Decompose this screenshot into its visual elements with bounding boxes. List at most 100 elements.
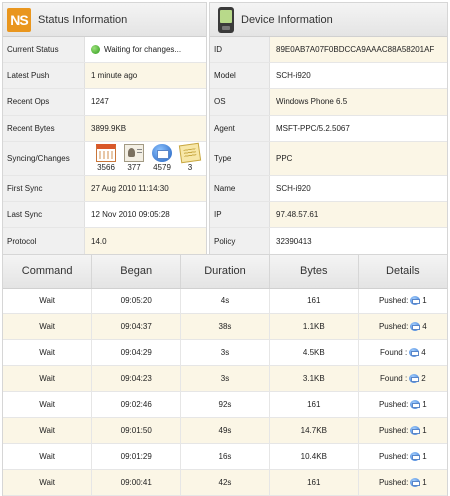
details-summary[interactable]: Pushed: 1 <box>379 400 427 409</box>
details-label: Pushed: <box>378 451 409 461</box>
status-row-latest-push: Latest Push 1 minute ago <box>3 63 206 90</box>
mail-icon <box>409 374 420 384</box>
mail-icon <box>410 477 421 487</box>
row-label: Current Status <box>3 37 85 63</box>
row-value: 32390413 <box>276 236 312 246</box>
details-label: Pushed: <box>378 322 409 332</box>
col-header-command[interactable]: Command <box>3 255 93 289</box>
cell-bytes: 3.1KB <box>269 365 359 393</box>
cell-bytes: 4.5KB <box>269 339 359 367</box>
mail-icon <box>410 296 421 306</box>
status-panel-header: NS Status Information <box>3 3 206 37</box>
sync-count: 4579 <box>153 163 171 173</box>
mail-icon <box>409 348 420 358</box>
row-value: MSFT-PPC/5.2.5067 <box>276 123 350 133</box>
col-header-began[interactable]: Began <box>91 255 182 289</box>
contacts-icon <box>124 144 144 163</box>
details-label: Pushed: <box>378 477 409 487</box>
details-summary[interactable]: Pushed: 1 <box>379 296 427 306</box>
device-row-os: OS Windows Phone 6.5 <box>210 89 447 116</box>
cell-command: Wait <box>3 313 93 341</box>
table-row[interactable]: Wait 09:01:50 49s 14.7KB Pushed: 1 <box>3 417 447 444</box>
sync-contacts[interactable]: 377 <box>121 144 147 172</box>
cell-duration: 4s <box>180 288 270 315</box>
details-count: 1 <box>422 477 427 487</box>
row-label: Latest Push <box>3 63 85 89</box>
row-value: Waiting for changes... <box>104 45 182 55</box>
status-row-recent-ops: Recent Ops 1247 <box>3 89 206 116</box>
details-count: 2 <box>421 374 426 384</box>
cell-duration: 16s <box>180 443 270 470</box>
row-label: OS <box>210 89 270 115</box>
row-value: Windows Phone 6.5 <box>270 89 447 115</box>
calendar-icon <box>96 144 116 163</box>
device-row-ip: IP 97.48.57.61 <box>210 201 447 229</box>
mail-icon <box>410 425 421 435</box>
cell-details: Pushed: 1 <box>358 417 447 444</box>
cell-began: 09:04:23 <box>91 365 182 393</box>
row-value: SCH-i920 <box>276 71 311 81</box>
table-row[interactable]: Wait 09:01:29 16s 10.4KB Pushed: 1 <box>3 443 447 470</box>
device-panel-title: Device Information <box>241 13 333 26</box>
row-value: 89E0AB7A07F0BDCCA9AAAC88A58201AF <box>270 37 447 63</box>
sync-count: 377 <box>127 163 141 173</box>
cell-began: 09:00:41 <box>91 469 182 496</box>
details-label: Found : <box>380 374 408 384</box>
details-summary[interactable]: Pushed: 4 <box>378 322 427 332</box>
cell-command: Wait <box>3 339 93 367</box>
cell-duration: 49s <box>180 417 270 444</box>
row-value: 97.48.57.61 <box>270 201 447 228</box>
details-count: 1 <box>422 451 427 461</box>
col-header-bytes[interactable]: Bytes <box>269 255 359 289</box>
cell-command: Wait <box>3 417 93 444</box>
sync-mail[interactable]: 4579 <box>149 144 175 172</box>
details-summary[interactable]: Found : 4 <box>380 348 426 358</box>
details-summary[interactable]: Pushed: 1 <box>378 425 427 435</box>
sync-calendar[interactable]: 3566 <box>93 144 119 172</box>
cell-duration: 42s <box>180 469 270 496</box>
table-row[interactable]: Wait 09:00:41 42s 161 Pushed: 1 <box>3 469 447 496</box>
table-row[interactable]: Wait 09:05:20 4s 161 Pushed: 1 <box>3 288 447 315</box>
table-row[interactable]: Wait 09:04:23 3s 3.1KB Found : 2 <box>3 365 447 393</box>
details-count: 1 <box>422 296 427 306</box>
cell-details: Pushed: 1 <box>358 443 447 470</box>
status-row-current-status: Current Status Waiting for changes... <box>3 37 206 64</box>
device-row-type: Type PPC <box>210 141 447 176</box>
device-row-agent: Agent MSFT-PPC/5.2.5067 <box>210 115 447 142</box>
status-ok-icon <box>91 45 100 55</box>
status-panel-title: Status Information <box>38 13 128 26</box>
cell-details: Pushed: 4 <box>358 313 447 341</box>
cell-bytes: 10.4KB <box>269 443 359 470</box>
device-row-id: ID 89E0AB7A07F0BDCCA9AAAC88A58201AF <box>210 37 447 64</box>
status-row-recent-bytes: Recent Bytes 3899.9KB <box>3 115 206 142</box>
details-summary[interactable]: Pushed: 1 <box>378 477 427 487</box>
details-summary[interactable]: Found : 2 <box>380 374 426 384</box>
details-count: 4 <box>422 322 427 332</box>
phone-icon <box>218 6 234 33</box>
cell-began: 09:02:46 <box>91 391 182 418</box>
sync-count: 3566 <box>97 163 115 173</box>
table-row[interactable]: Wait 09:04:37 38s 1.1KB Pushed: 4 <box>3 313 447 341</box>
col-header-duration[interactable]: Duration <box>180 255 270 289</box>
cell-began: 09:05:20 <box>91 288 182 315</box>
details-label: Pushed: <box>378 425 409 435</box>
table-row[interactable]: Wait 09:04:29 3s 4.5KB Found : 4 <box>3 339 447 367</box>
row-label: Name <box>210 175 270 201</box>
notes-icon <box>178 142 202 164</box>
row-label: Syncing/Changes <box>3 141 85 175</box>
device-row-model: Model SCH-i920 <box>210 63 447 90</box>
cell-command: Wait <box>3 288 93 315</box>
row-value: 1247 <box>91 97 109 107</box>
commands-table: Command Began Duration Bytes Details Wai… <box>2 254 448 496</box>
sync-notes[interactable]: 3 <box>177 142 203 173</box>
details-summary[interactable]: Pushed: 1 <box>378 451 427 461</box>
status-panel: NS Status Information Current Status Wai… <box>2 2 207 256</box>
status-row-last-sync: Last Sync 12 Nov 2010 09:05:28 <box>3 201 206 229</box>
device-panel-header: Device Information <box>210 3 447 37</box>
cell-bytes: 14.7KB <box>269 417 359 444</box>
mail-icon <box>152 144 172 163</box>
table-row[interactable]: Wait 09:02:46 92s 161 Pushed: 1 <box>3 391 447 418</box>
row-value: 12 Nov 2010 09:05:28 <box>91 210 170 220</box>
col-header-details[interactable]: Details <box>358 255 447 289</box>
sync-count: 3 <box>187 163 193 173</box>
